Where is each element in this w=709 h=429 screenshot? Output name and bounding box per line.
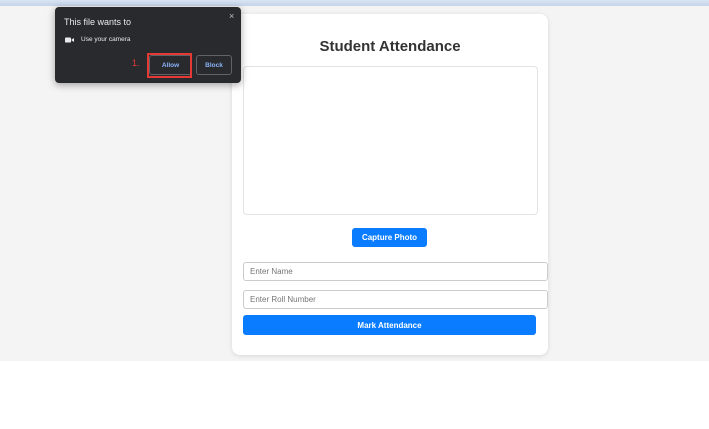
permission-text: Use your camera [81, 36, 131, 43]
block-button[interactable]: Block [196, 55, 232, 75]
camera-video-area [243, 66, 538, 215]
popup-title: This file wants to [64, 17, 132, 27]
allow-button[interactable]: Allow [149, 55, 192, 75]
video-camera-icon [65, 37, 74, 43]
mark-attendance-button[interactable]: Mark Attendance [243, 315, 536, 335]
capture-photo-button[interactable]: Capture Photo [352, 228, 427, 247]
close-icon[interactable]: × [229, 11, 234, 21]
step-annotation-label: 1. [132, 58, 140, 68]
page-title: Student Attendance [319, 38, 461, 55]
name-input[interactable] [243, 262, 548, 281]
roll-number-input[interactable] [243, 290, 548, 309]
